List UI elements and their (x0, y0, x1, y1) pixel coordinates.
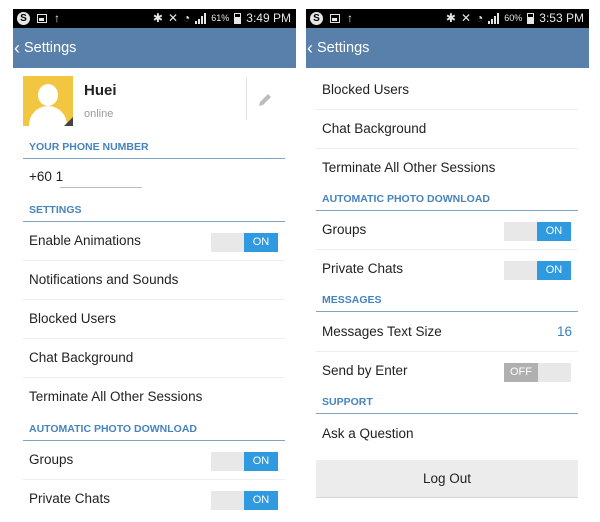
setting-enable-animations[interactable]: Enable Animations ON (23, 222, 285, 261)
upload-icon: ↑ (347, 11, 353, 25)
signal-icon (488, 12, 500, 24)
section-header-settings: SETTINGS (23, 199, 285, 222)
groups-toggle[interactable]: ON (504, 222, 571, 241)
log-out-button[interactable]: Log Out (316, 460, 578, 498)
section-header-phone: YOUR PHONE NUMBER (23, 136, 285, 159)
status-bar: S ↑ ✱ ✕ ◔ 60% 3:53 PM (306, 9, 589, 28)
setting-private-chats[interactable]: Private Chats ON (316, 250, 578, 288)
signal-icon (195, 12, 207, 24)
profile-status: online (84, 108, 114, 120)
pencil-icon[interactable] (257, 92, 273, 108)
right-phone-screen: S ↑ ✱ ✕ ◔ 60% 3:53 PM ‹ Settings Blocked… (306, 9, 589, 522)
action-bar: ‹ Settings (13, 28, 296, 68)
setting-terminate-sessions[interactable]: Terminate All Other Sessions (316, 149, 578, 187)
private-chats-toggle[interactable]: ON (211, 491, 278, 510)
clock: 3:49 PM (246, 11, 291, 25)
profile-name: Huei (84, 82, 117, 99)
enable-animations-toggle[interactable]: ON (211, 233, 278, 252)
setting-chat-background[interactable]: Chat Background (23, 339, 285, 378)
battery-percent: 61% (211, 13, 230, 23)
setting-messages-text-size[interactable]: Messages Text Size 16 (316, 313, 578, 352)
section-header-auto-photo: AUTOMATIC PHOTO DOWNLOAD (316, 188, 578, 211)
page-title[interactable]: Settings (317, 40, 369, 56)
page-title[interactable]: Settings (24, 40, 76, 56)
mute-icon: ✕ (460, 11, 472, 25)
setting-blocked-users[interactable]: Blocked Users (23, 300, 285, 339)
divider (246, 78, 247, 120)
battery-icon (234, 12, 242, 24)
phone-number-value: +60 1 (29, 169, 64, 184)
image-icon (37, 13, 47, 23)
status-bar: S ↑ ✱ ✕ ◔ 61% 3:49 PM (13, 9, 296, 28)
groups-toggle[interactable]: ON (211, 452, 278, 471)
mute-icon: ✕ (167, 11, 179, 25)
send-by-enter-toggle[interactable]: OFF (504, 363, 571, 382)
bluetooth-icon: ✱ (445, 11, 456, 25)
clock: 3:53 PM (539, 11, 584, 25)
battery-icon (527, 12, 535, 24)
text-size-value: 16 (556, 324, 572, 339)
setting-groups[interactable]: Groups ON (23, 441, 285, 480)
setting-ask-a-question[interactable]: Ask a Question (316, 415, 578, 453)
avatar[interactable] (23, 76, 73, 126)
s-app-icon: S (17, 11, 30, 25)
phone-underline (60, 187, 142, 188)
action-bar: ‹ Settings (306, 28, 589, 68)
setting-blocked-users[interactable]: Blocked Users (316, 71, 578, 110)
wifi-icon: ◔ (476, 11, 484, 25)
setting-send-by-enter[interactable]: Send by Enter OFF (316, 352, 578, 390)
section-header-auto-photo: AUTOMATIC PHOTO DOWNLOAD (23, 418, 285, 441)
setting-notifications-and-sounds[interactable]: Notifications and Sounds (23, 261, 285, 300)
upload-icon: ↑ (54, 11, 60, 25)
battery-percent: 60% (504, 13, 523, 23)
section-header-messages: MESSAGES (316, 289, 578, 312)
section-header-support: SUPPORT (316, 391, 578, 414)
s-app-icon: S (310, 11, 323, 25)
bluetooth-icon: ✱ (152, 11, 163, 25)
profile-card[interactable]: Huei online (23, 76, 286, 128)
setting-private-chats[interactable]: Private Chats ON (23, 480, 285, 518)
wifi-icon: ◔ (183, 11, 191, 25)
setting-groups[interactable]: Groups ON (316, 211, 578, 250)
setting-terminate-sessions[interactable]: Terminate All Other Sessions (23, 378, 285, 416)
setting-chat-background[interactable]: Chat Background (316, 110, 578, 149)
back-chevron-icon[interactable]: ‹ (14, 38, 24, 59)
image-icon (330, 13, 340, 23)
left-phone-screen: S ↑ ✱ ✕ ◔ 61% 3:49 PM ‹ Settings Huei on… (13, 9, 296, 522)
back-chevron-icon[interactable]: ‹ (307, 38, 317, 59)
private-chats-toggle[interactable]: ON (504, 261, 571, 280)
phone-number-field[interactable]: +60 1 (23, 160, 285, 194)
